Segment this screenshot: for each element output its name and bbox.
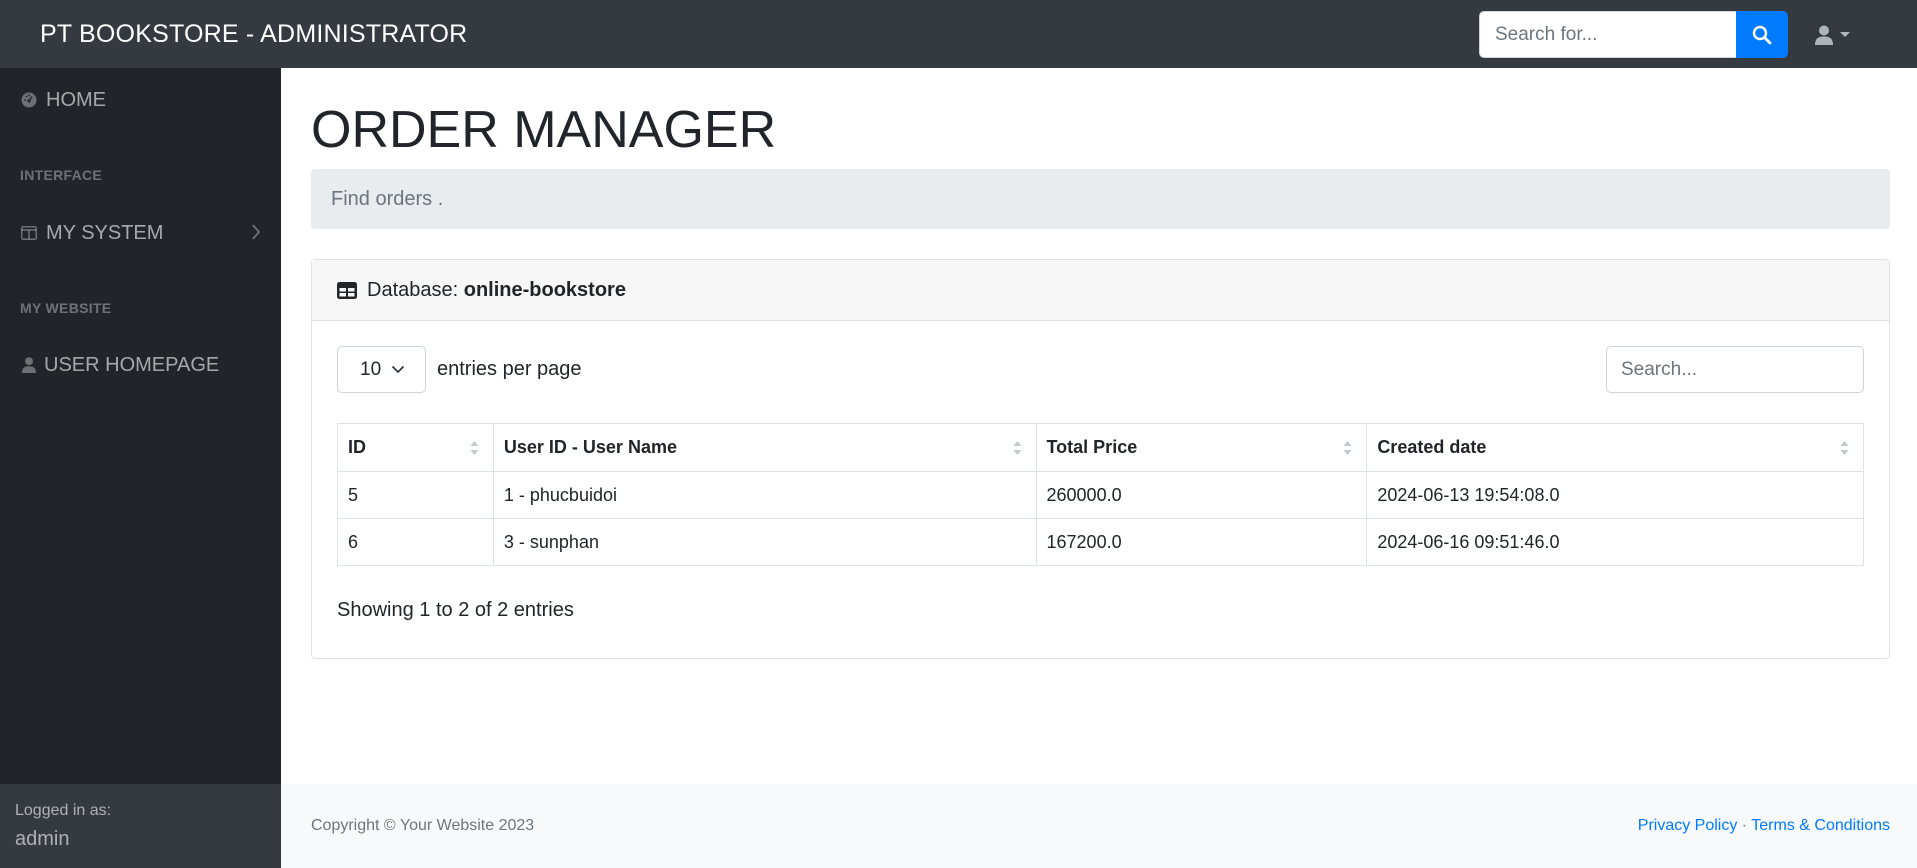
cell-created-date: 2024-06-13 19:54:08.0 bbox=[1366, 471, 1864, 519]
page-footer: Copyright © Your Website 2023 Privacy Po… bbox=[281, 784, 1917, 868]
entries-per-page: 10 entries per page bbox=[337, 346, 582, 393]
search-icon bbox=[1752, 25, 1772, 44]
navbar-search-button[interactable] bbox=[1736, 11, 1788, 58]
user-icon bbox=[1815, 25, 1833, 45]
column-header-label: Created date bbox=[1377, 437, 1487, 457]
chevron-right-icon bbox=[252, 224, 261, 240]
sidebar-item-my-system[interactable]: MY SYSTEM bbox=[0, 213, 281, 253]
columns-icon bbox=[20, 224, 38, 242]
dashboard-icon bbox=[20, 91, 38, 109]
breadcrumb-item: Find orders . bbox=[331, 187, 444, 210]
brand-title[interactable]: PT BOOKSTORE - ADMINISTRATOR bbox=[40, 20, 467, 49]
card-header: Database: online-bookstore bbox=[312, 260, 1889, 321]
sidebar: HOME INTERFACE MY SYSTEM MY WEBSITE USER… bbox=[0, 68, 281, 868]
table-row: 5 1 - phucbuidoi 260000.0 2024-06-13 19:… bbox=[337, 471, 1864, 519]
sidebar-item-home[interactable]: HOME bbox=[0, 80, 281, 120]
user-icon bbox=[20, 356, 38, 374]
entries-per-page-value: 10 bbox=[360, 358, 382, 380]
privacy-policy-link[interactable]: Privacy Policy bbox=[1638, 817, 1738, 834]
navbar-search-input[interactable] bbox=[1479, 11, 1736, 58]
sort-icon bbox=[1013, 441, 1022, 455]
column-header-label: User ID - User Name bbox=[503, 437, 677, 457]
cell-id: 6 bbox=[337, 518, 494, 566]
breadcrumb: Find orders . bbox=[311, 169, 1890, 229]
cell-total-price: 167200.0 bbox=[1035, 518, 1368, 566]
cell-created-date: 2024-06-16 09:51:46.0 bbox=[1366, 518, 1864, 566]
table-icon bbox=[337, 281, 357, 299]
cell-total-price: 260000.0 bbox=[1035, 471, 1368, 519]
sidebar-heading-interface: INTERFACE bbox=[20, 167, 103, 183]
sort-icon bbox=[1343, 441, 1352, 455]
user-dropdown-toggle[interactable] bbox=[1815, 22, 1865, 48]
page-title: ORDER MANAGER bbox=[311, 101, 777, 159]
navbar-search-group bbox=[1479, 11, 1788, 58]
logged-in-label: Logged in as: bbox=[15, 802, 112, 819]
cell-user: 1 - phucbuidoi bbox=[492, 471, 1037, 519]
column-header-label: Total Price bbox=[1046, 437, 1138, 457]
orders-card: Database: online-bookstore 10 entries pe… bbox=[311, 259, 1890, 659]
orders-table: ID User ID - User Name Total Price Creat… bbox=[337, 423, 1864, 566]
footer-separator: · bbox=[1741, 817, 1748, 834]
sort-icon bbox=[470, 441, 479, 455]
copyright-text: Copyright © Your Website 2023 bbox=[311, 817, 535, 834]
chevron-down-icon bbox=[391, 365, 405, 374]
sidebar-item-label: MY SYSTEM bbox=[46, 221, 164, 244]
table-header-row: ID User ID - User Name Total Price Creat… bbox=[337, 423, 1864, 472]
logged-in-username: admin bbox=[15, 828, 70, 850]
cell-user: 3 - sunphan bbox=[492, 518, 1037, 566]
sidebar-item-label: USER HOMEPAGE bbox=[44, 353, 220, 376]
column-header-total-price[interactable]: Total Price bbox=[1035, 423, 1368, 472]
table-info: Showing 1 to 2 of 2 entries bbox=[337, 599, 574, 621]
card-header-title: Database: online-bookstore bbox=[367, 279, 626, 302]
sidebar-item-label: HOME bbox=[46, 88, 106, 111]
entries-per-page-select[interactable]: 10 bbox=[337, 346, 426, 393]
entries-per-page-label: entries per page bbox=[437, 358, 582, 380]
table-row: 6 3 - sunphan 167200.0 2024-06-16 09:51:… bbox=[337, 518, 1864, 566]
terms-link[interactable]: Terms & Conditions bbox=[1751, 817, 1890, 834]
table-search-input[interactable] bbox=[1606, 346, 1864, 393]
sidebar-item-user-homepage[interactable]: USER HOMEPAGE bbox=[0, 345, 281, 385]
column-header-id[interactable]: ID bbox=[337, 423, 494, 472]
column-header-user[interactable]: User ID - User Name bbox=[492, 423, 1037, 472]
sidebar-footer: Logged in as: admin bbox=[0, 784, 281, 868]
footer-links: Privacy Policy · Terms & Conditions bbox=[1638, 817, 1890, 835]
column-header-created-date[interactable]: Created date bbox=[1366, 423, 1864, 472]
header-prefix: Database: bbox=[367, 278, 464, 301]
caret-down-icon bbox=[1840, 32, 1850, 37]
column-header-label: ID bbox=[348, 437, 366, 457]
sort-icon bbox=[1840, 441, 1849, 455]
sidebar-heading-website: MY WEBSITE bbox=[20, 300, 112, 316]
database-name: online-bookstore bbox=[463, 278, 626, 301]
top-navbar: PT BOOKSTORE - ADMINISTRATOR bbox=[0, 0, 1917, 68]
cell-id: 5 bbox=[337, 471, 494, 519]
